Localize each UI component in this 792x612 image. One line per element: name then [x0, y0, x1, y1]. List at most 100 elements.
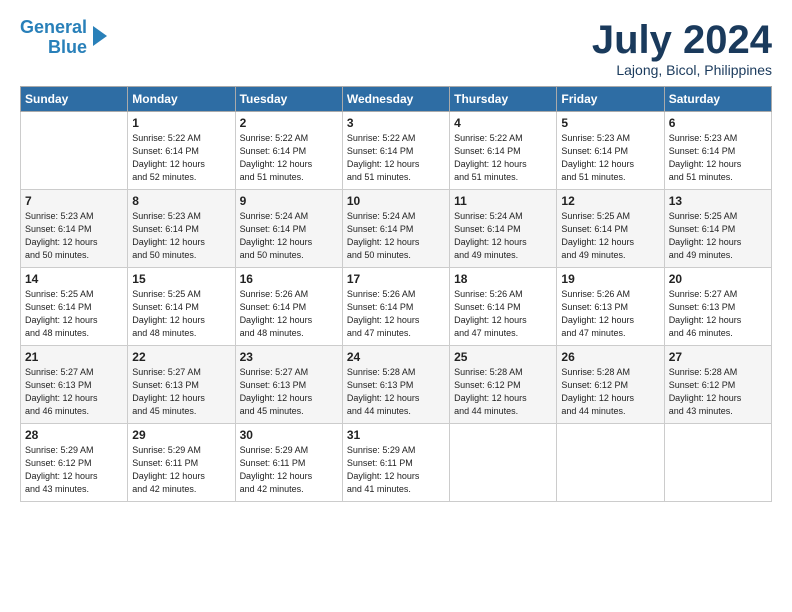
col-wednesday: Wednesday — [342, 87, 449, 112]
table-row: 6 Sunrise: 5:23 AM Sunset: 6:14 PM Daylig… — [664, 112, 771, 190]
logo-line2: Blue — [48, 38, 87, 58]
table-row: 16 Sunrise: 5:26 AM Sunset: 6:14 PM Dayli… — [235, 268, 342, 346]
day-number: 22 — [132, 350, 230, 364]
day-info: Sunrise: 5:27 AM Sunset: 6:13 PM Dayligh… — [240, 366, 338, 418]
day-number: 14 — [25, 272, 123, 286]
day-number: 13 — [669, 194, 767, 208]
logo-arrow-icon — [93, 26, 107, 46]
table-row: 1Sunrise: 5:22 AM Sunset: 6:14 PM Daylig… — [128, 112, 235, 190]
table-row: 2 Sunrise: 5:22 AM Sunset: 6:14 PM Daylig… — [235, 112, 342, 190]
day-number: 7 — [25, 194, 123, 208]
day-number: 25 — [454, 350, 552, 364]
table-row: 28 Sunrise: 5:29 AM Sunset: 6:12 PM Dayli… — [21, 424, 128, 502]
table-row: 23 Sunrise: 5:27 AM Sunset: 6:13 PM Dayli… — [235, 346, 342, 424]
day-number: 31 — [347, 428, 445, 442]
month-year: July 2024 — [592, 18, 772, 62]
calendar-header-row: Sunday Monday Tuesday Wednesday Thursday… — [21, 87, 772, 112]
calendar-week-row: 7 Sunrise: 5:23 AM Sunset: 6:14 PM Daylig… — [21, 190, 772, 268]
table-row — [450, 424, 557, 502]
table-row: 12Sunrise: 5:25 AM Sunset: 6:14 PM Dayli… — [557, 190, 664, 268]
day-info: Sunrise: 5:26 AM Sunset: 6:14 PM Dayligh… — [240, 288, 338, 340]
day-info: Sunrise: 5:22 AM Sunset: 6:14 PM Dayligh… — [132, 132, 230, 184]
calendar-week-row: 21 Sunrise: 5:27 AM Sunset: 6:13 PM Dayli… — [21, 346, 772, 424]
day-info: Sunrise: 5:24 AM Sunset: 6:14 PM Dayligh… — [454, 210, 552, 262]
table-row: 15Sunrise: 5:25 AM Sunset: 6:14 PM Dayli… — [128, 268, 235, 346]
table-row: 9 Sunrise: 5:24 AM Sunset: 6:14 PM Daylig… — [235, 190, 342, 268]
table-row: 24 Sunrise: 5:28 AM Sunset: 6:13 PM Dayli… — [342, 346, 449, 424]
table-row — [21, 112, 128, 190]
calendar-table: Sunday Monday Tuesday Wednesday Thursday… — [20, 86, 772, 502]
day-info: Sunrise: 5:22 AM Sunset: 6:14 PM Dayligh… — [240, 132, 338, 184]
day-info: Sunrise: 5:26 AM Sunset: 6:14 PM Dayligh… — [347, 288, 445, 340]
day-info: Sunrise: 5:27 AM Sunset: 6:13 PM Dayligh… — [669, 288, 767, 340]
day-number: 28 — [25, 428, 123, 442]
logo: General Blue — [20, 18, 107, 58]
table-row: 11 Sunrise: 5:24 AM Sunset: 6:14 PM Dayli… — [450, 190, 557, 268]
day-info: Sunrise: 5:29 AM Sunset: 6:12 PM Dayligh… — [25, 444, 123, 496]
day-info: Sunrise: 5:26 AM Sunset: 6:14 PM Dayligh… — [454, 288, 552, 340]
table-row: 21 Sunrise: 5:27 AM Sunset: 6:13 PM Dayli… — [21, 346, 128, 424]
col-monday: Monday — [128, 87, 235, 112]
table-row: 31 Sunrise: 5:29 AM Sunset: 6:11 PM Dayli… — [342, 424, 449, 502]
day-info: Sunrise: 5:28 AM Sunset: 6:13 PM Dayligh… — [347, 366, 445, 418]
col-friday: Friday — [557, 87, 664, 112]
day-info: Sunrise: 5:29 AM Sunset: 6:11 PM Dayligh… — [240, 444, 338, 496]
day-number: 9 — [240, 194, 338, 208]
day-info: Sunrise: 5:25 AM Sunset: 6:14 PM Dayligh… — [669, 210, 767, 262]
day-number: 30 — [240, 428, 338, 442]
calendar-week-row: 1Sunrise: 5:22 AM Sunset: 6:14 PM Daylig… — [21, 112, 772, 190]
col-tuesday: Tuesday — [235, 87, 342, 112]
table-row: 20 Sunrise: 5:27 AM Sunset: 6:13 PM Dayli… — [664, 268, 771, 346]
day-number: 8 — [132, 194, 230, 208]
page: General Blue July 2024 Lajong, Bicol, Ph… — [0, 0, 792, 512]
day-info: Sunrise: 5:23 AM Sunset: 6:14 PM Dayligh… — [25, 210, 123, 262]
day-number: 6 — [669, 116, 767, 130]
logo-line1: General — [20, 18, 87, 38]
day-number: 10 — [347, 194, 445, 208]
table-row: 18Sunrise: 5:26 AM Sunset: 6:14 PM Dayli… — [450, 268, 557, 346]
day-number: 19 — [561, 272, 659, 286]
col-thursday: Thursday — [450, 87, 557, 112]
day-number: 2 — [240, 116, 338, 130]
day-info: Sunrise: 5:28 AM Sunset: 6:12 PM Dayligh… — [454, 366, 552, 418]
day-info: Sunrise: 5:24 AM Sunset: 6:14 PM Dayligh… — [347, 210, 445, 262]
table-row: 17 Sunrise: 5:26 AM Sunset: 6:14 PM Dayli… — [342, 268, 449, 346]
day-info: Sunrise: 5:27 AM Sunset: 6:13 PM Dayligh… — [132, 366, 230, 418]
day-info: Sunrise: 5:24 AM Sunset: 6:14 PM Dayligh… — [240, 210, 338, 262]
table-row: 30 Sunrise: 5:29 AM Sunset: 6:11 PM Dayli… — [235, 424, 342, 502]
location: Lajong, Bicol, Philippines — [592, 62, 772, 78]
table-row: 25 Sunrise: 5:28 AM Sunset: 6:12 PM Dayli… — [450, 346, 557, 424]
title-block: July 2024 Lajong, Bicol, Philippines — [592, 18, 772, 78]
day-info: Sunrise: 5:22 AM Sunset: 6:14 PM Dayligh… — [347, 132, 445, 184]
table-row: 4Sunrise: 5:22 AM Sunset: 6:14 PM Daylig… — [450, 112, 557, 190]
day-info: Sunrise: 5:29 AM Sunset: 6:11 PM Dayligh… — [347, 444, 445, 496]
day-number: 20 — [669, 272, 767, 286]
table-row: 7 Sunrise: 5:23 AM Sunset: 6:14 PM Daylig… — [21, 190, 128, 268]
day-number: 23 — [240, 350, 338, 364]
day-number: 26 — [561, 350, 659, 364]
day-info: Sunrise: 5:25 AM Sunset: 6:14 PM Dayligh… — [25, 288, 123, 340]
day-number: 17 — [347, 272, 445, 286]
table-row: 27Sunrise: 5:28 AM Sunset: 6:12 PM Dayli… — [664, 346, 771, 424]
calendar-week-row: 28 Sunrise: 5:29 AM Sunset: 6:12 PM Dayli… — [21, 424, 772, 502]
day-number: 12 — [561, 194, 659, 208]
header: General Blue July 2024 Lajong, Bicol, Ph… — [20, 18, 772, 78]
day-info: Sunrise: 5:23 AM Sunset: 6:14 PM Dayligh… — [669, 132, 767, 184]
table-row — [664, 424, 771, 502]
table-row: 10 Sunrise: 5:24 AM Sunset: 6:14 PM Dayli… — [342, 190, 449, 268]
day-info: Sunrise: 5:27 AM Sunset: 6:13 PM Dayligh… — [25, 366, 123, 418]
day-info: Sunrise: 5:23 AM Sunset: 6:14 PM Dayligh… — [132, 210, 230, 262]
day-number: 16 — [240, 272, 338, 286]
day-number: 3 — [347, 116, 445, 130]
table-row: 19Sunrise: 5:26 AM Sunset: 6:13 PM Dayli… — [557, 268, 664, 346]
col-sunday: Sunday — [21, 87, 128, 112]
day-number: 11 — [454, 194, 552, 208]
day-info: Sunrise: 5:28 AM Sunset: 6:12 PM Dayligh… — [669, 366, 767, 418]
table-row: 14 Sunrise: 5:25 AM Sunset: 6:14 PM Dayli… — [21, 268, 128, 346]
table-row: 29Sunrise: 5:29 AM Sunset: 6:11 PM Dayli… — [128, 424, 235, 502]
day-number: 15 — [132, 272, 230, 286]
day-number: 21 — [25, 350, 123, 364]
col-saturday: Saturday — [664, 87, 771, 112]
calendar-week-row: 14 Sunrise: 5:25 AM Sunset: 6:14 PM Dayli… — [21, 268, 772, 346]
day-number: 24 — [347, 350, 445, 364]
